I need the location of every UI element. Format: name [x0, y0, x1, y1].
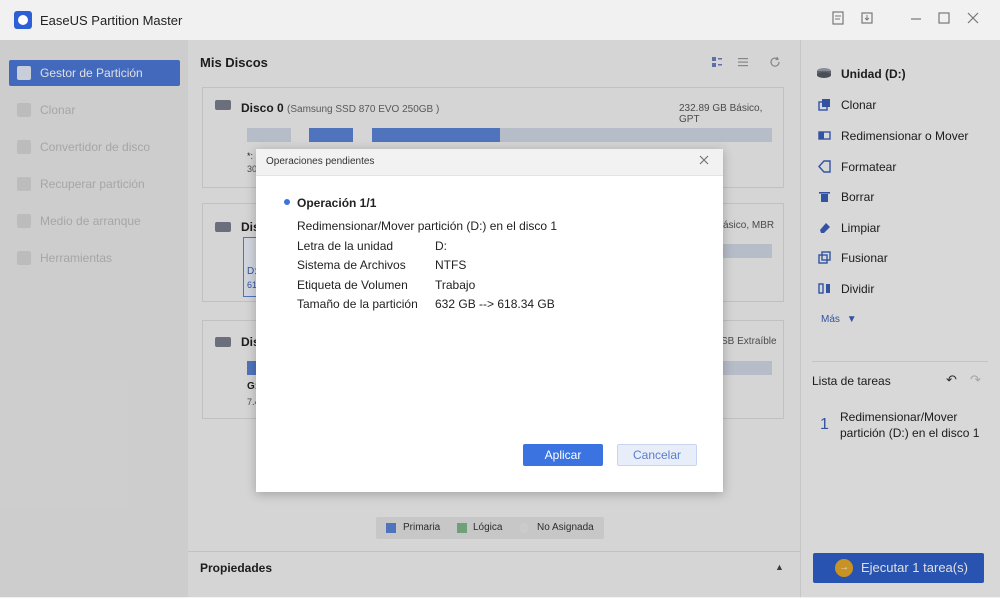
- cancel-button[interactable]: Cancelar: [617, 444, 697, 466]
- drive-letter-value: D:: [435, 239, 447, 253]
- volume-label-label: Etiqueta de Volumen: [297, 278, 408, 292]
- close-icon[interactable]: [964, 11, 982, 29]
- bullet-icon: [284, 199, 290, 205]
- apply-button[interactable]: Aplicar: [523, 444, 603, 466]
- dialog-close-icon[interactable]: [697, 153, 711, 169]
- dialog-title: Operaciones pendientes: [266, 156, 375, 167]
- file-system-label: Sistema de Archivos: [297, 258, 406, 272]
- operation-description: Redimensionar/Mover partición (D:) en el…: [297, 219, 558, 233]
- minimize-icon[interactable]: [907, 11, 925, 29]
- maximize-icon[interactable]: [935, 11, 953, 29]
- app-title: EaseUS Partition Master: [40, 13, 183, 28]
- drive-letter-label: Letra de la unidad: [297, 239, 394, 253]
- app-logo-icon: [14, 11, 32, 29]
- partition-size-value: 632 GB --> 618.34 GB: [435, 297, 555, 311]
- partition-size-label: Tamaño de la partición: [297, 297, 418, 311]
- volume-label-value: Trabajo: [435, 278, 476, 292]
- download-icon[interactable]: [858, 11, 876, 29]
- file-system-value: NTFS: [435, 258, 467, 272]
- notes-icon[interactable]: [829, 11, 847, 29]
- operation-title: Operación 1/1: [297, 196, 377, 210]
